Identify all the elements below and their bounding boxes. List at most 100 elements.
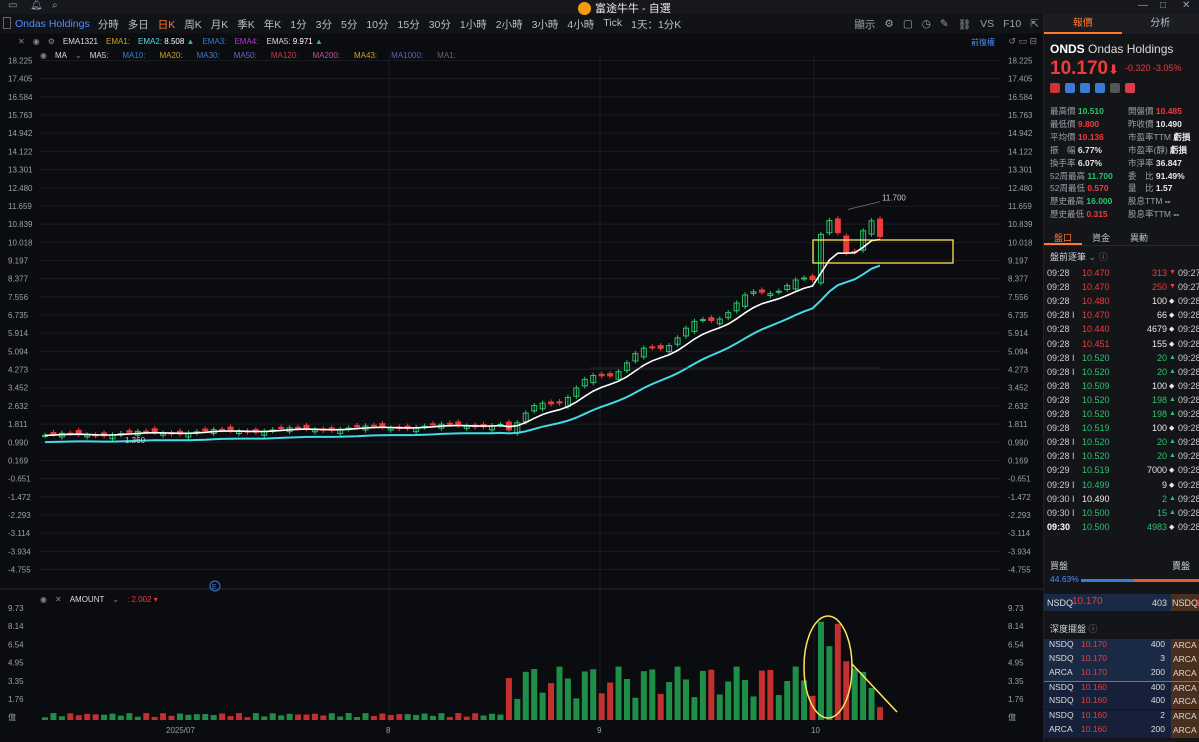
amount-name[interactable]: AMOUNT: [70, 595, 105, 604]
y-tick-label-right: -3.934: [1008, 547, 1031, 556]
premarket-header[interactable]: 盤前逐筆 ⌄ ⓘ: [1050, 250, 1108, 263]
timeframe-tab[interactable]: 30分: [429, 17, 451, 32]
settings-icon[interactable]: ⚙: [884, 18, 893, 30]
depth-row: NSDQ 10.160 400 ARCA: [1044, 681, 1199, 697]
chart-area[interactable]: ✕ ◉ ⚙ EMA1321 EMA1: EMA2: 8.508 ▲ EMA3: …: [0, 34, 1043, 742]
search-icon[interactable]: ⌕: [52, 0, 58, 11]
volume-bar: [868, 687, 875, 720]
trade-row: 09:28 I10.52020▲09:28 I: [1044, 437, 1199, 451]
timeframe-tab[interactable]: 分時: [98, 17, 119, 32]
timeframe-tab[interactable]: 3小時: [532, 17, 559, 32]
compare-icon[interactable]: VS: [980, 18, 994, 30]
draw-icon[interactable]: ✎: [940, 18, 949, 30]
volume-bar: [463, 716, 470, 720]
volume-bar: [210, 715, 217, 720]
stat-row: 市淨率 36.847: [1128, 157, 1182, 169]
tab-analysis[interactable]: 分析: [1122, 14, 1199, 34]
timeframe-tab[interactable]: 周K: [184, 17, 202, 32]
volume-tick-label-right: 1.76: [1008, 695, 1024, 704]
volume-tick-label-right: 9.73: [1008, 604, 1024, 613]
trade-direction-icon: ◆: [1169, 382, 1175, 390]
depth-exchange: NSDQ: [1049, 639, 1074, 649]
timeframe-tab[interactable]: Tick: [603, 17, 622, 32]
depth-price: 10.160: [1081, 695, 1107, 706]
tab-capital[interactable]: 資金: [1082, 230, 1120, 245]
trade-row: 09:28 10.509 100◆09:28 I: [1044, 381, 1199, 395]
bell-icon[interactable]: 🔔︎: [30, 0, 43, 11]
depth-price: 10.170: [1081, 667, 1107, 678]
volume-bar: [607, 682, 614, 720]
tab-quote[interactable]: 報價: [1044, 14, 1122, 34]
f10-icon[interactable]: F10: [1003, 18, 1021, 30]
stat-row: 換手率 6.07%: [1050, 157, 1102, 169]
volume-bar: [176, 713, 183, 720]
timeframe-tab[interactable]: 日K: [158, 17, 176, 32]
symbol-name[interactable]: Ondas Holdings: [15, 18, 90, 30]
trade-price: 10.520: [1082, 451, 1110, 462]
stat-label: 平均價: [1050, 131, 1076, 142]
timeframe-tab[interactable]: 年K: [264, 17, 282, 32]
ticker: ONDS: [1050, 42, 1085, 56]
candlestick-chart[interactable]: 18.225 18.225 17.405 17.405 16.584 16.584 15.7…: [0, 34, 1043, 742]
depth-price: 10.170: [1081, 639, 1107, 649]
trade-row: 09:28 10.451 155◆09:28 I: [1044, 339, 1199, 353]
minimize-icon[interactable]: —: [1138, 0, 1148, 11]
eye-icon[interactable]: ◉: [40, 595, 47, 604]
close-icon[interactable]: ✕: [1182, 0, 1190, 11]
trade-direction-icon: ▲: [1169, 508, 1176, 516]
timeframe-tab[interactable]: 1天：1分K: [631, 17, 681, 32]
volume-bar: [50, 713, 57, 720]
stat-label: 昨收價: [1128, 118, 1154, 129]
favorite-heart-icon[interactable]: [1125, 83, 1135, 93]
stat-value: 9.800: [1077, 118, 1100, 129]
volume-bar: [716, 694, 723, 720]
timeframe-tab[interactable]: 15分: [398, 17, 420, 32]
badges: [1050, 83, 1135, 93]
stat-label: 股息率TTM: [1128, 209, 1171, 220]
timeframe-tab[interactable]: 2小時: [496, 17, 523, 32]
link-icon[interactable]: ⛓: [958, 18, 971, 31]
maximize-icon[interactable]: □: [1160, 0, 1166, 11]
info-icon[interactable]: ⓘ: [1099, 252, 1108, 262]
timeframe-tab[interactable]: 多日: [128, 17, 149, 32]
timeframe-tab[interactable]: 3分: [316, 17, 332, 32]
timeframe-tab[interactable]: 10分: [366, 17, 388, 32]
candle-body: [607, 373, 614, 377]
y-tick-label-right: 8.377: [1008, 275, 1029, 284]
trade-time-2: 09:28 I: [1178, 394, 1199, 405]
trade-row: 09:28 I10.52020▲09:28 I: [1044, 451, 1199, 465]
y-tick-label-left: 0.169: [8, 456, 29, 465]
display-button[interactable]: 顯示: [854, 17, 875, 32]
tab-movers[interactable]: 異動: [1120, 230, 1158, 245]
timeframe-tab[interactable]: 月K: [211, 17, 229, 32]
y-tick-label-right: 5.914: [1008, 329, 1029, 338]
timeframe-tab[interactable]: 1分: [290, 17, 306, 32]
trade-time-2: 09:28: [1178, 521, 1199, 532]
volume-tick-label-right: 6.54: [1008, 640, 1024, 649]
volume-bar: [286, 713, 293, 720]
tab-orderbook[interactable]: 盤口: [1044, 230, 1083, 245]
sidebar-toggle-icon[interactable]: ▭: [8, 0, 17, 11]
timeframe-tab[interactable]: 5分: [341, 17, 357, 32]
close-icon[interactable]: ✕: [55, 595, 62, 604]
y-tick-label-left: 3.452: [8, 384, 29, 393]
timeframe-tab[interactable]: 4小時: [567, 17, 594, 32]
timeframe-tab[interactable]: 1小時: [460, 17, 487, 32]
volume-bar: [877, 707, 883, 720]
trade-row: 09:28 10.519 100◆09:28 I: [1044, 423, 1199, 437]
trade-time: 09:28: [1047, 423, 1070, 434]
trade-time-2: 09:27: [1178, 268, 1199, 278]
chevron-down-icon[interactable]: ⌄: [112, 595, 119, 604]
app-logo-icon: [578, 1, 591, 15]
info-icon[interactable]: ⓘ: [1089, 624, 1098, 634]
toolbar-tools: 顯示 ⚙ ▢ ◷ ✎ ⛓ VS F10 ⇱: [854, 15, 1039, 33]
panel-toggle-icon[interactable]: [3, 17, 11, 29]
y-tick-label-left: 11.659: [8, 202, 32, 211]
camera-icon[interactable]: ◷: [922, 18, 931, 30]
depth-header: 深度擺盤 ⓘ: [1050, 622, 1098, 635]
timeframe-tab[interactable]: 季K: [237, 17, 255, 32]
y-tick-label-right: -3.114: [1008, 529, 1031, 538]
trade-time-2: 09:28 I: [1178, 507, 1199, 518]
expand-icon[interactable]: ⇱: [1030, 18, 1039, 30]
layout-icon[interactable]: ▢: [903, 18, 913, 30]
